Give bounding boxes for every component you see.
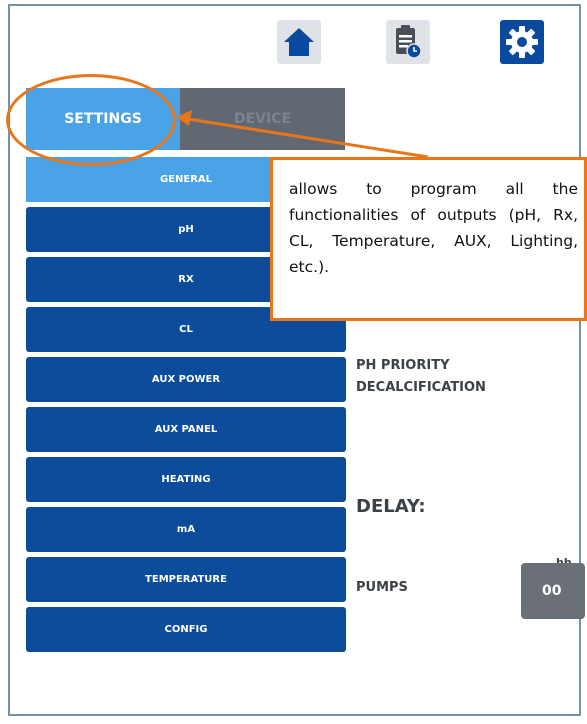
annotation-arrow [176,110,429,159]
